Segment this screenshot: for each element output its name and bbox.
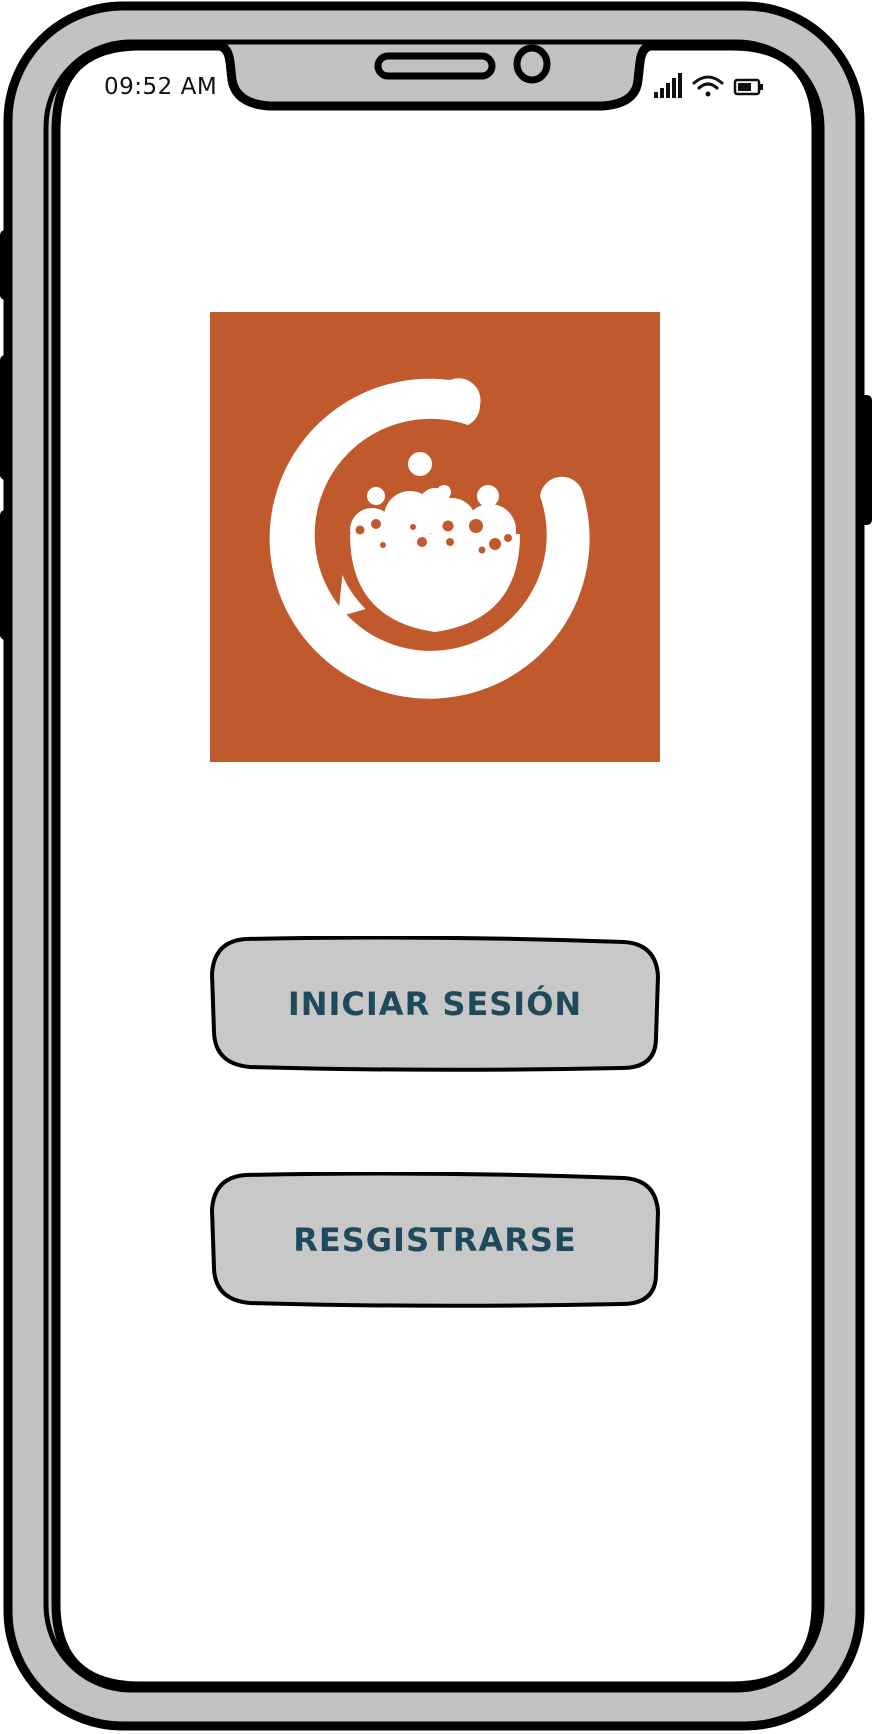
login-button[interactable]: INICIAR SESIÓN: [210, 936, 660, 1072]
register-button-label: RESGISTRARSE: [293, 1221, 577, 1259]
register-button[interactable]: RESGISTRARSE: [210, 1172, 660, 1308]
app-logo: [210, 312, 660, 762]
login-button-label: INICIAR SESIÓN: [287, 985, 583, 1023]
speaker-grill: [374, 52, 496, 80]
status-time: 09:52 AM: [104, 74, 218, 100]
screen: [51, 41, 821, 1691]
front-camera: [513, 44, 551, 84]
app-logo-icon: [210, 312, 660, 762]
wifi-icon: [692, 75, 724, 97]
status-icons: [650, 70, 770, 104]
phone-frame: [0, 1, 872, 1731]
battery-icon: [733, 78, 763, 96]
cellular-signal-icon: [654, 73, 682, 98]
